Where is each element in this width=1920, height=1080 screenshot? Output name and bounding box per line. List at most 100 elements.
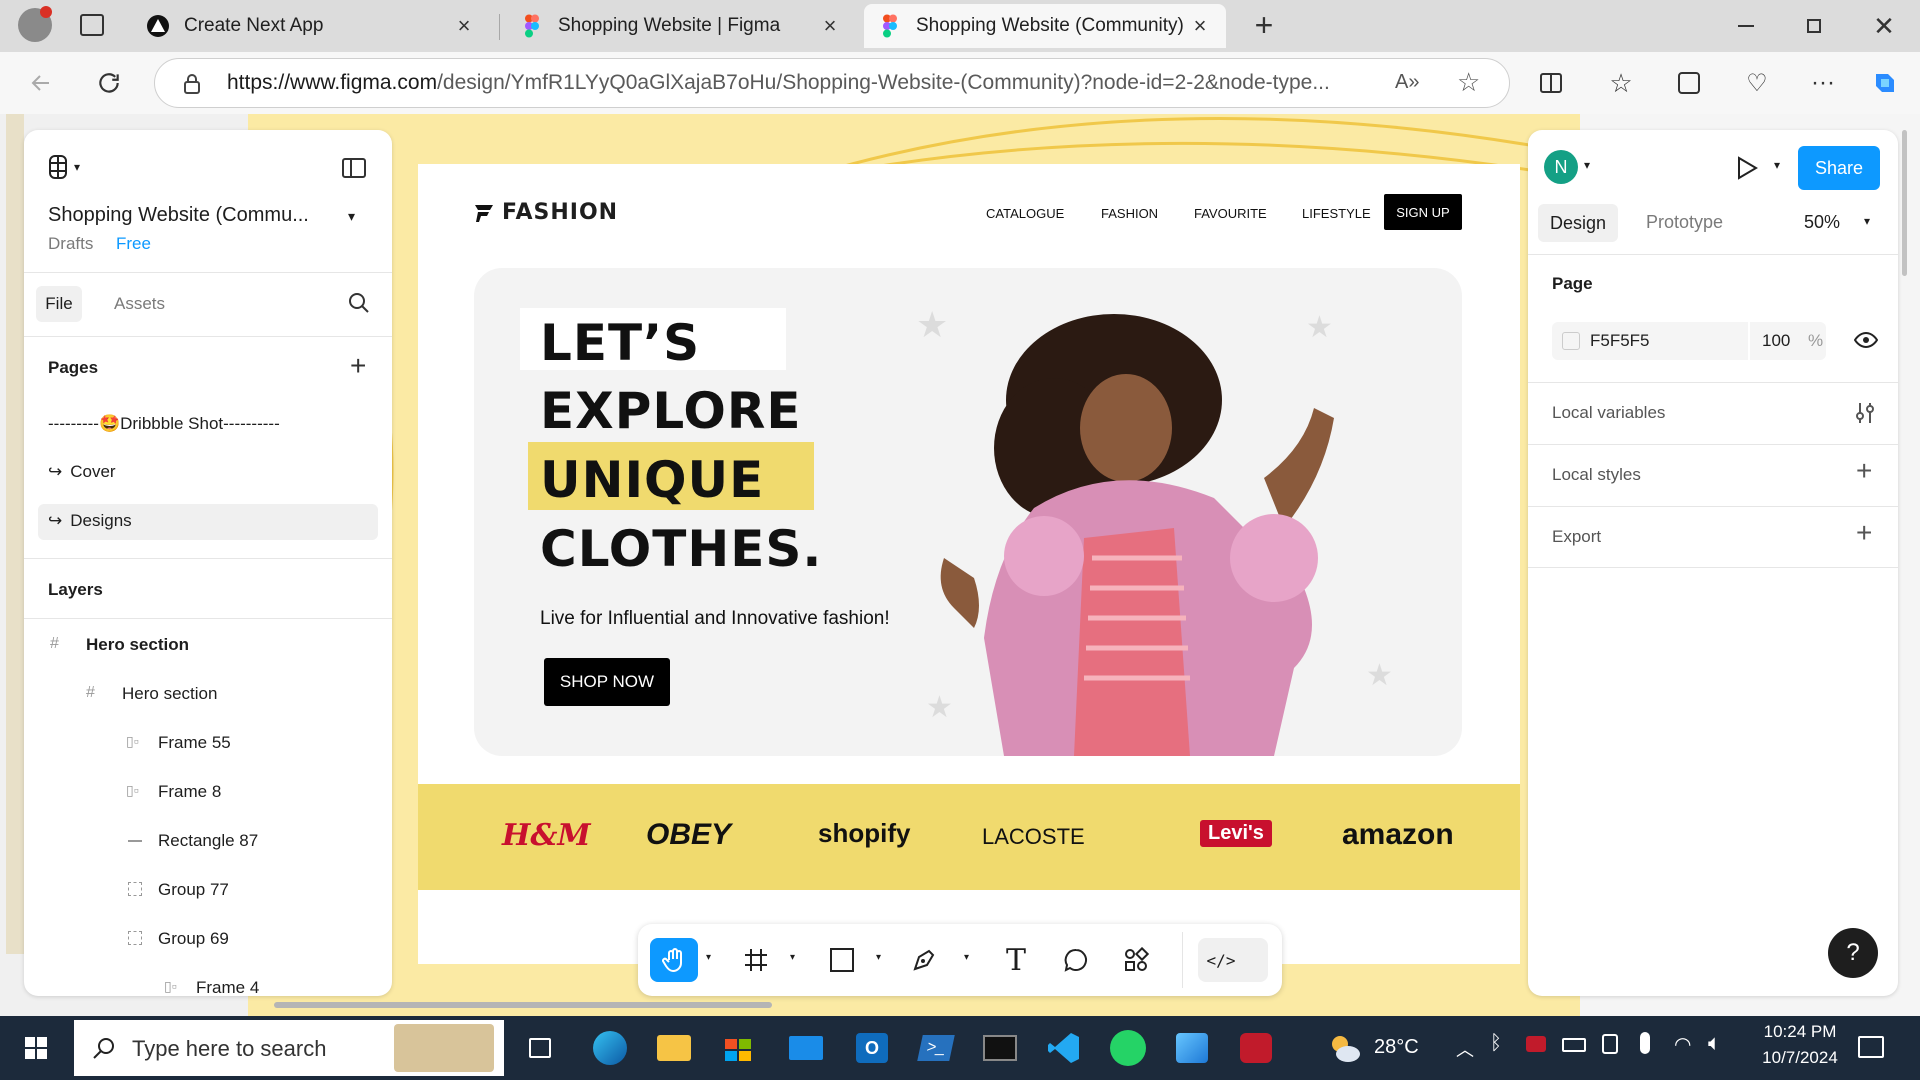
resources-tool-icon[interactable] <box>1112 938 1160 982</box>
share-button[interactable]: Share <box>1798 146 1880 190</box>
page-opacity-value[interactable]: 100 <box>1762 331 1790 351</box>
help-button[interactable]: ? <box>1828 928 1878 978</box>
panel-toggle-icon[interactable] <box>342 158 366 178</box>
file-explorer-icon[interactable] <box>652 1026 696 1070</box>
shop-now-button[interactable]: SHOP NOW <box>544 658 670 706</box>
nav-fashion[interactable]: FASHION <box>1101 206 1158 221</box>
recording-tray-icon[interactable] <box>1526 1036 1546 1052</box>
close-tab-icon[interactable]: × <box>1188 13 1212 39</box>
pen-tool-icon[interactable] <box>900 938 948 982</box>
more-options-icon[interactable]: ··· <box>1806 66 1840 100</box>
chevron-down-icon[interactable]: ▾ <box>1864 214 1870 228</box>
search-icon[interactable] <box>348 292 370 314</box>
windows-start-icon[interactable] <box>14 1026 58 1070</box>
nav-favourite[interactable]: FAVOURITE <box>1194 206 1267 221</box>
microsoft-store-icon[interactable] <box>716 1026 760 1070</box>
variables-settings-icon[interactable] <box>1854 401 1876 425</box>
edge-app-icon[interactable] <box>588 1026 632 1070</box>
chevron-down-icon[interactable]: ▾ <box>1584 158 1590 172</box>
right-panel-scrollbar[interactable] <box>1902 130 1907 276</box>
whatsapp-app-icon[interactable] <box>1106 1026 1150 1070</box>
vscode-app-icon[interactable] <box>1042 1026 1086 1070</box>
hero-section-frame[interactable]: FASHION CATALOGUE FASHION FAVOURITE LIFE… <box>418 164 1520 964</box>
page-item-dribbble-shot[interactable]: ---------🤩Dribbble Shot---------- <box>48 414 280 434</box>
split-screen-icon[interactable] <box>1534 66 1568 100</box>
clock-date[interactable]: 10/7/2024 <box>1750 1048 1850 1068</box>
wifi-icon[interactable]: ◠ <box>1674 1032 1691 1057</box>
file-name[interactable]: Shopping Website (Commu... <box>48 204 309 227</box>
copilot-icon[interactable] <box>1868 66 1902 100</box>
present-play-icon[interactable] <box>1736 156 1758 180</box>
weather-icon[interactable] <box>1322 1026 1366 1070</box>
restore-icon[interactable] <box>1790 10 1838 42</box>
minimize-icon[interactable] <box>1722 10 1770 42</box>
profile-avatar[interactable] <box>18 6 52 42</box>
page-item-cover[interactable]: ↪ Cover <box>48 462 116 482</box>
read-aloud-icon[interactable]: A» <box>1395 71 1419 94</box>
chevron-down-icon[interactable]: ▾ <box>706 952 711 963</box>
drafts-label[interactable]: Drafts <box>48 234 93 254</box>
chevron-down-icon[interactable]: ▾ <box>876 952 881 963</box>
outlook-app-icon[interactable]: O <box>850 1026 894 1070</box>
taskbar-search-box[interactable]: Type here to search <box>74 1020 504 1076</box>
layer-group-77[interactable]: Group 77 <box>158 880 229 900</box>
layer-rectangle-87[interactable]: Rectangle 87 <box>158 831 258 851</box>
eye-visibility-icon[interactable] <box>1854 328 1878 352</box>
add-export-icon[interactable]: + <box>1856 517 1872 549</box>
tab-design[interactable]: Design <box>1538 204 1618 242</box>
frame-tool-icon[interactable] <box>732 938 780 982</box>
text-tool-icon[interactable]: T <box>992 938 1040 982</box>
mail-app-icon[interactable] <box>784 1026 828 1070</box>
tab-shopping-website-community[interactable]: Shopping Website (Community) - × <box>864 4 1226 48</box>
battery-icon[interactable] <box>1562 1038 1586 1052</box>
chevron-down-icon[interactable]: ▾ <box>964 952 969 963</box>
close-tab-icon[interactable]: × <box>818 13 842 39</box>
fashion-logo[interactable]: FASHION <box>474 200 618 225</box>
chevron-down-icon[interactable]: ▾ <box>1774 158 1780 172</box>
photos-app-icon[interactable] <box>1170 1026 1214 1070</box>
page-color-value[interactable]: F5F5F5 <box>1590 331 1650 351</box>
page-fill-field[interactable]: F5F5F5 100 % <box>1552 322 1826 360</box>
refresh-icon[interactable] <box>92 66 126 100</box>
chevron-down-icon[interactable]: ▾ <box>348 208 355 225</box>
local-variables-row[interactable]: Local variables <box>1528 382 1898 444</box>
layer-frame-4[interactable]: Frame 4 <box>196 978 259 996</box>
close-tab-icon[interactable]: × <box>452 13 476 39</box>
main-menu-button[interactable]: ▾ <box>48 154 80 180</box>
layer-frame-8[interactable]: Frame 8 <box>158 782 221 802</box>
favorites-icon[interactable]: ☆ <box>1604 66 1638 100</box>
recorder-app-icon[interactable] <box>1234 1026 1278 1070</box>
terminal-app-icon[interactable] <box>978 1026 1022 1070</box>
zoom-level[interactable]: 50% <box>1804 212 1840 233</box>
microphone-icon[interactable] <box>1640 1032 1650 1054</box>
export-row[interactable]: Export + <box>1528 506 1898 568</box>
browser-essentials-icon[interactable]: ♡ <box>1740 66 1774 100</box>
add-page-icon[interactable]: + <box>350 350 366 382</box>
bluetooth-icon[interactable]: ᛒ <box>1490 1032 1502 1055</box>
tab-actions-icon[interactable] <box>80 14 104 36</box>
weather-temperature[interactable]: 28°C <box>1374 1036 1419 1059</box>
chevron-down-icon[interactable]: ▾ <box>790 952 795 963</box>
new-tab-icon[interactable]: + <box>1248 9 1280 42</box>
layer-group-69[interactable]: Group 69 <box>158 929 229 949</box>
show-hidden-icons-chevron-icon[interactable]: ︿ <box>1456 1036 1474 1062</box>
hand-tool-icon[interactable] <box>650 938 698 982</box>
tab-create-next-app[interactable]: Create Next App × <box>132 4 490 48</box>
add-style-icon[interactable]: + <box>1856 455 1872 487</box>
dev-mode-toggle-icon[interactable]: </> <box>1198 938 1268 982</box>
clock-time[interactable]: 10:24 PM <box>1750 1022 1850 1042</box>
canvas-horizontal-scrollbar[interactable] <box>274 1002 772 1008</box>
color-swatch[interactable] <box>1562 332 1580 350</box>
notification-center-icon[interactable] <box>1858 1036 1884 1058</box>
phone-link-icon[interactable] <box>1602 1034 1618 1054</box>
rectangle-tool-icon[interactable] <box>818 938 866 982</box>
volume-icon[interactable]: 🔈︎ <box>1708 1030 1721 1056</box>
collections-icon[interactable] <box>1672 66 1706 100</box>
address-bar[interactable]: https://www.figma.com/design/YmfR1LYyQ0a… <box>154 58 1510 108</box>
layer-hero-section-child[interactable]: Hero section <box>122 684 217 704</box>
tab-shopping-website-figma[interactable]: Shopping Website | Figma × <box>506 4 856 48</box>
tab-prototype[interactable]: Prototype <box>1646 212 1723 233</box>
close-window-icon[interactable]: ✕ <box>1860 10 1908 42</box>
page-item-designs[interactable]: ↪ Designs <box>48 511 132 531</box>
nav-lifestyle[interactable]: LIFESTYLE <box>1302 206 1371 221</box>
